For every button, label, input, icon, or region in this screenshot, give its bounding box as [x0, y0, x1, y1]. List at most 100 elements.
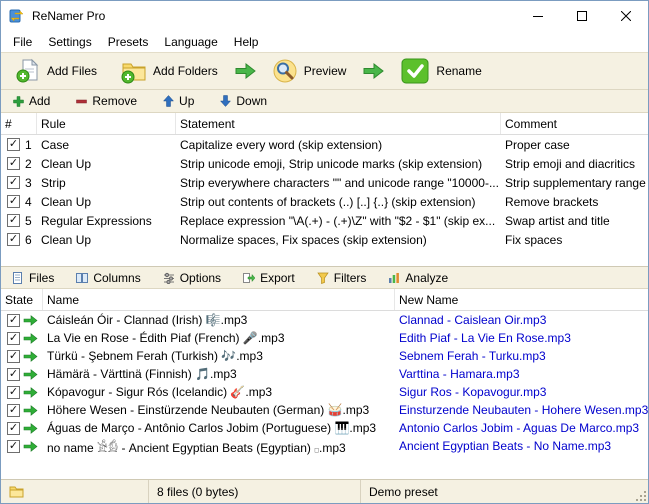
export-menu-button[interactable]: Export — [240, 270, 298, 286]
rename-state-arrow-icon — [23, 423, 38, 434]
flow-arrow-icon — [362, 63, 384, 79]
move-up-label: Up — [179, 94, 194, 108]
rule-checkbox[interactable] — [7, 176, 20, 189]
menu-item-file[interactable]: File — [5, 33, 40, 51]
rules-header-rule[interactable]: Rule — [37, 113, 176, 134]
options-menu-button[interactable]: Options — [160, 270, 224, 286]
move-up-button[interactable]: Up — [159, 93, 198, 109]
preview-button[interactable]: Preview — [266, 55, 353, 87]
rule-name: Regular Expressions — [37, 214, 176, 228]
rule-row[interactable]: 2 Clean Up Strip unicode emoji, Strip un… — [1, 154, 648, 173]
rule-comment: Fix spaces — [501, 233, 648, 247]
rule-checkbox[interactable] — [7, 195, 20, 208]
file-row[interactable]: Türkü - Şebnem Ferah (Turkish) 🎶.mp3 Seb… — [1, 347, 648, 365]
export-icon — [243, 272, 255, 284]
rename-state-arrow-icon — [23, 441, 38, 452]
menu-item-presets[interactable]: Presets — [100, 33, 157, 51]
file-checkbox[interactable] — [7, 422, 20, 435]
window-title: ReNamer Pro — [32, 9, 105, 23]
rule-name: Clean Up — [37, 195, 176, 209]
analyze-menu-label: Analyze — [405, 271, 448, 285]
file-name: no name 𓀀𓀁 - Ancient Egyptian Beats (Egy… — [43, 436, 395, 456]
options-icon — [163, 272, 175, 284]
move-down-label: Down — [236, 94, 267, 108]
rule-number: 1 — [25, 138, 32, 152]
file-name: Hämärä - Värttinä (Finnish) 🎵.mp3 — [43, 367, 395, 381]
rule-checkbox[interactable] — [7, 233, 20, 246]
rule-statement: Replace expression "\A(.+) - (.+)\Z" wit… — [176, 214, 501, 228]
files-menu-button[interactable]: Files — [9, 270, 57, 286]
rule-row[interactable]: 5 Regular Expressions Replace expression… — [1, 211, 648, 230]
rule-checkbox[interactable] — [7, 214, 20, 227]
remove-rule-button[interactable]: Remove — [72, 93, 141, 109]
analyze-menu-button[interactable]: Analyze — [385, 270, 451, 286]
filters-menu-label: Filters — [334, 271, 367, 285]
file-name: La Vie en Rose - Édith Piaf (French) 🎤.m… — [43, 331, 395, 345]
rule-statement: Strip everywhere characters "" and unico… — [176, 176, 501, 190]
file-checkbox[interactable] — [7, 350, 20, 363]
columns-icon — [76, 272, 88, 284]
file-row[interactable]: Kópavogur - Sigur Rós (Icelandic) 🎸.mp3 … — [1, 383, 648, 401]
menu-item-settings[interactable]: Settings — [40, 33, 99, 51]
rule-comment: Strip supplementary range — [501, 176, 648, 190]
rename-button[interactable]: Rename — [394, 54, 487, 88]
file-checkbox[interactable] — [7, 314, 20, 327]
files-header-state[interactable]: State — [1, 289, 43, 310]
file-new-name: Clannad - Caislean Oir.mp3 — [395, 313, 648, 327]
rule-statement: Strip out contents of brackets (..) [..]… — [176, 195, 501, 209]
menu-item-help[interactable]: Help — [226, 33, 267, 51]
minimize-button[interactable] — [516, 1, 560, 31]
rules-header-statement[interactable]: Statement — [176, 113, 501, 134]
file-checkbox[interactable] — [7, 440, 20, 453]
add-folders-button[interactable]: Add Folders — [113, 55, 224, 87]
rule-checkbox[interactable] — [7, 157, 20, 170]
rule-row[interactable]: 1 Case Capitalize every word (skip exten… — [1, 135, 648, 154]
file-checkbox[interactable] — [7, 386, 20, 399]
options-menu-label: Options — [180, 271, 221, 285]
rule-number: 2 — [25, 157, 32, 171]
rule-row[interactable]: 3 Strip Strip everywhere characters "" a… — [1, 173, 648, 192]
rule-row[interactable]: 6 Clean Up Normalize spaces, Fix spaces … — [1, 230, 648, 249]
rule-checkbox[interactable] — [7, 138, 20, 151]
file-row[interactable]: Höhere Wesen - Einstürzende Neubauten (G… — [1, 401, 648, 419]
plus-icon — [13, 96, 24, 107]
file-row[interactable]: Águas de Março - Antônio Carlos Jobim (P… — [1, 419, 648, 437]
status-files-info: 8 files (0 bytes) — [149, 480, 361, 503]
close-button[interactable] — [604, 1, 648, 31]
files-table-header: State Name New Name — [1, 289, 648, 311]
files-header-name[interactable]: Name — [43, 289, 395, 310]
file-checkbox[interactable] — [7, 332, 20, 345]
rename-state-arrow-icon — [23, 315, 38, 326]
add-folders-icon — [119, 58, 147, 84]
filters-menu-button[interactable]: Filters — [314, 270, 370, 286]
rule-name: Case — [37, 138, 176, 152]
add-rule-button[interactable]: Add — [9, 93, 54, 109]
rules-header-comment[interactable]: Comment — [501, 113, 648, 134]
files-icon — [12, 272, 24, 284]
files-header-newname[interactable]: New Name — [395, 289, 648, 310]
menu-item-language[interactable]: Language — [156, 33, 225, 51]
arrow-up-icon — [163, 95, 174, 107]
file-row[interactable]: Cáisleán Óir - Clannad (Irish) 🎼.mp3 Cla… — [1, 311, 648, 329]
file-row[interactable]: Hämärä - Värttinä (Finnish) 🎵.mp3 Vartti… — [1, 365, 648, 383]
file-row[interactable]: no name 𓀀𓀁 - Ancient Egyptian Beats (Egy… — [1, 437, 648, 455]
preview-icon — [272, 58, 298, 84]
rule-statement: Strip unicode emoji, Strip unicode marks… — [176, 157, 501, 171]
file-checkbox[interactable] — [7, 404, 20, 417]
add-files-button[interactable]: Add Files — [9, 55, 103, 87]
file-new-name: Sebnem Ferah - Turku.mp3 — [395, 349, 648, 363]
rules-header-num[interactable]: # — [1, 113, 37, 134]
rule-comment: Strip emoji and diacritics — [501, 157, 648, 171]
add-files-label: Add Files — [47, 64, 97, 78]
file-name: Águas de Março - Antônio Carlos Jobim (P… — [43, 421, 395, 435]
move-down-button[interactable]: Down — [216, 93, 271, 109]
file-new-name: Edith Piaf - La Vie En Rose.mp3 — [395, 331, 648, 345]
rule-name: Clean Up — [37, 233, 176, 247]
file-row[interactable]: La Vie en Rose - Édith Piaf (French) 🎤.m… — [1, 329, 648, 347]
resize-grip[interactable] — [630, 480, 648, 503]
columns-menu-button[interactable]: Columns — [73, 270, 143, 286]
maximize-button[interactable] — [560, 1, 604, 31]
rename-state-arrow-icon — [23, 351, 38, 362]
file-checkbox[interactable] — [7, 368, 20, 381]
rule-row[interactable]: 4 Clean Up Strip out contents of bracket… — [1, 192, 648, 211]
